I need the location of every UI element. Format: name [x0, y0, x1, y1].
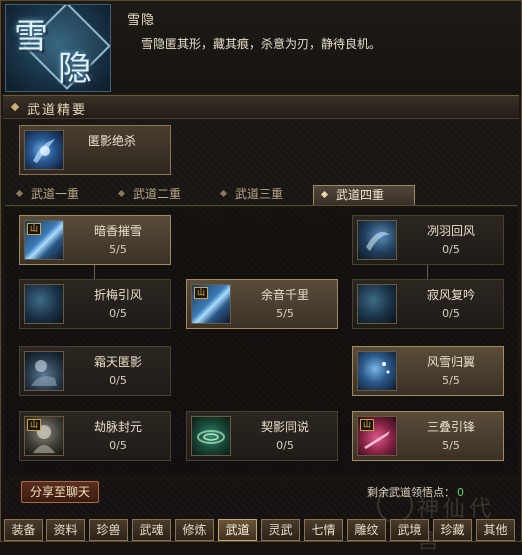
blade-icon[interactable]: 山 [24, 220, 64, 260]
skill-name: 三叠引锋 [426, 420, 475, 434]
section-header: 武道精要 [3, 95, 519, 119]
skill-level: 0/5 [109, 439, 127, 452]
school-title: 雪隐 [127, 13, 156, 28]
moon-storm-icon[interactable] [357, 351, 397, 391]
tab-label: 武道二重 [133, 187, 182, 201]
skill-connector [427, 263, 428, 279]
main-skill-name: 匿影绝杀 [88, 134, 137, 148]
skill-name: 冽羽回风 [426, 224, 475, 238]
tab-tier-3[interactable]: 武道三重 [213, 185, 313, 203]
skill-name: 风雪归翼 [426, 355, 475, 369]
skill-level: 0/5 [442, 307, 460, 320]
tab-tier-4[interactable]: 武道四重 [313, 185, 415, 205]
skill-badge: 山 [27, 419, 41, 431]
nav-wuhun[interactable]: 武魂 [132, 519, 171, 541]
skill-lieyu-huifeng[interactable]: 冽羽回风 0/5 [352, 215, 504, 265]
nav-other[interactable]: 其他 [476, 519, 515, 541]
skill-name: 余音千里 [260, 288, 309, 302]
tab-label: 武道三重 [235, 187, 284, 201]
skill-sandie-yinfeng[interactable]: 山 三叠引锋 5/5 [352, 411, 504, 461]
tab-label: 武道一重 [31, 187, 80, 201]
skill-level: 0/5 [276, 439, 294, 452]
section-title: 武道精要 [27, 103, 88, 118]
skill-level: 5/5 [109, 243, 127, 256]
skill-anxiang-cuixue[interactable]: 山 暗香摧雪 5/5 [19, 215, 171, 265]
skill-level: 0/5 [109, 307, 127, 320]
skill-zhemei-yinfeng[interactable]: 折梅引风 0/5 [19, 279, 171, 329]
shadow-strike-icon[interactable] [24, 130, 64, 170]
nav-pets[interactable]: 珍兽 [89, 519, 128, 541]
skill-jifeng-fuyin[interactable]: 寂风复吟 0/5 [352, 279, 504, 329]
skill-level: 0/5 [442, 243, 460, 256]
diamond-bullet-icon [15, 189, 24, 198]
nav-cultivate[interactable]: 修炼 [175, 519, 214, 541]
tier-tabs: 武道一重 武道二重 武道三重 武道四重 [5, 185, 517, 206]
skill-connector [94, 263, 95, 279]
frost-shadow-icon[interactable] [24, 351, 64, 391]
skill-jiemai-fengyuan[interactable]: 山 劫脉封元 0/5 [19, 411, 171, 461]
nav-diaowen[interactable]: 雕纹 [347, 519, 386, 541]
skill-badge: 山 [360, 419, 374, 431]
tab-tier-2[interactable]: 武道二重 [111, 185, 211, 203]
wind-feather-icon[interactable] [357, 220, 397, 260]
skill-level: 0/5 [109, 374, 127, 387]
moon-slash-icon[interactable] [357, 284, 397, 324]
moon-slash-icon[interactable] [24, 284, 64, 324]
skill-badge: 山 [194, 287, 208, 299]
skill-name: 寂风复吟 [426, 288, 475, 302]
skill-qiying-tongshuo[interactable]: 契影同说 0/5 [186, 411, 338, 461]
skill-shuangtian-niying[interactable]: 霜天匿影 0/5 [19, 346, 171, 396]
vortex-icon[interactable] [191, 416, 231, 456]
skill-fengxue-guiyi[interactable]: 风雪归翼 5/5 [352, 346, 504, 396]
crimson-blade-icon[interactable]: 山 [357, 416, 397, 456]
share-to-chat-button[interactable]: 分享至聊天 [21, 481, 99, 503]
tab-label: 武道四重 [336, 188, 385, 202]
skill-level: 5/5 [442, 374, 460, 387]
skill-badge: 山 [27, 223, 41, 235]
skill-yuyin-qianli[interactable]: 山 余音千里 5/5 [186, 279, 338, 329]
sage-icon[interactable]: 山 [24, 416, 64, 456]
skill-level: 5/5 [442, 439, 460, 452]
skill-panel: 雪 隐 雪隐 雪隐匿其形，藏其痕，杀意为刃，静待良机。 武道精要 匿影绝杀 武道… [0, 0, 522, 554]
diamond-bullet-icon [10, 102, 20, 112]
skill-name: 劫脉封元 [93, 420, 142, 434]
xueyin-emblem: 雪 隐 [5, 4, 111, 92]
main-skill[interactable]: 匿影绝杀 [19, 125, 171, 175]
skill-name: 折梅引风 [93, 288, 142, 302]
nav-qiqing[interactable]: 七情 [304, 519, 343, 541]
skill-level: 5/5 [276, 307, 294, 320]
skill-name: 契影同说 [260, 420, 309, 434]
remaining-points-label: 剩余武道领悟点： [367, 486, 455, 499]
diamond-bullet-icon [117, 189, 126, 198]
diamond-bullet-icon [320, 190, 329, 199]
remaining-points: 剩余武道领悟点： 0 [367, 484, 464, 500]
emblem-char-1: 雪 [14, 17, 48, 57]
header: 雪 隐 雪隐 雪隐匿其形，藏其痕，杀意为刃，静待良机。 [1, 1, 521, 93]
skill-name: 暗香摧雪 [93, 224, 142, 238]
tab-tier-1[interactable]: 武道一重 [9, 185, 109, 203]
bottom-nav: 装备 资料 珍兽 武魂 修炼 武道 灵武 七情 雕纹 武境 珍藏 其他 [4, 519, 520, 541]
nav-wujing[interactable]: 武境 [390, 519, 429, 541]
nav-lingwu[interactable]: 灵武 [261, 519, 300, 541]
diamond-bullet-icon [219, 189, 228, 198]
nav-wudao[interactable]: 武道 [218, 519, 257, 541]
blade-icon[interactable]: 山 [191, 284, 231, 324]
school-description: 雪隐匿其形，藏其痕，杀意为刃，静待良机。 [141, 37, 382, 51]
nav-equipment[interactable]: 装备 [4, 519, 43, 541]
remaining-points-value: 0 [457, 486, 464, 499]
nav-collection[interactable]: 珍藏 [433, 519, 472, 541]
emblem-char-2: 隐 [58, 49, 92, 89]
nav-profile[interactable]: 资料 [46, 519, 85, 541]
skill-name: 霜天匿影 [93, 355, 142, 369]
